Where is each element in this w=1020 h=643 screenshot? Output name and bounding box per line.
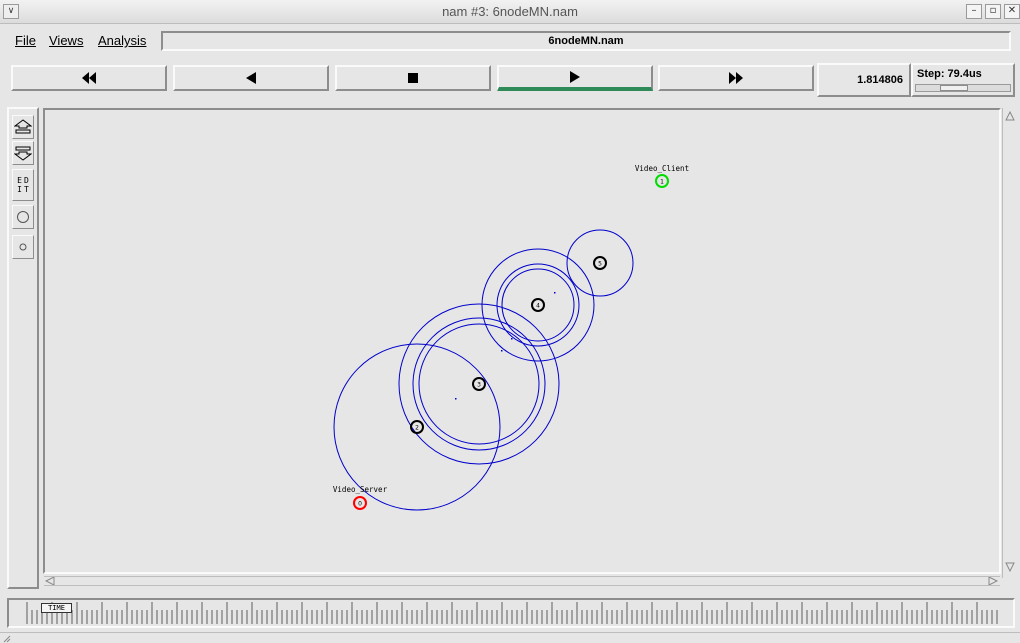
node-label: Video_Server [333, 485, 388, 494]
fast-rewind-button[interactable] [11, 65, 167, 91]
step-control: Step: 79.4us [911, 63, 1015, 97]
menu-file-label: File [15, 33, 36, 48]
play-backward-button[interactable] [173, 65, 329, 91]
timeline-slider[interactable]: TIME [7, 598, 1015, 628]
zoom-in-button[interactable] [12, 115, 34, 139]
fast-forward-icon [729, 72, 743, 84]
scroll-right-icon[interactable] [988, 577, 998, 585]
current-time-display: 1.814806 [817, 63, 911, 97]
fast-forward-button[interactable] [658, 65, 814, 91]
menu-bar: File Views Analysis 6nodeMN.nam [5, 29, 1015, 55]
step-label: Step: 79.4us [917, 68, 982, 80]
node-4[interactable]: 4 [531, 298, 545, 312]
play-backward-icon [246, 72, 256, 84]
network-canvas[interactable]: 0 Video_Server 1 Video_Client 2 3 4 5 [43, 108, 1001, 574]
playback-controls: 1.814806 Step: 79.4us [5, 61, 1015, 101]
step-slider[interactable] [915, 84, 1011, 92]
stop-button[interactable] [335, 65, 491, 91]
node-0[interactable]: 0 Video_Server [333, 485, 388, 510]
node-3[interactable]: 3 [472, 377, 486, 391]
network-drawing: 0 Video_Server 1 Video_Client 2 3 4 5 [333, 164, 689, 511]
zoom-out-icon [14, 146, 32, 161]
circle-tool-button[interactable] [12, 205, 34, 229]
small-circle-tool-button[interactable] [12, 235, 34, 259]
timeline-ticks [26, 602, 998, 624]
fast-rewind-icon [82, 72, 96, 84]
play-button[interactable] [497, 65, 653, 91]
edit-icon: ED IT [17, 176, 31, 194]
node-id: 1 [660, 179, 664, 186]
minimize-icon[interactable]: – [966, 4, 982, 19]
edit-button[interactable]: ED IT [12, 169, 34, 201]
node-id: 3 [477, 382, 481, 389]
menu-analysis[interactable]: Analysis [98, 33, 146, 48]
status-strip [0, 632, 1020, 643]
vertical-scrollbar[interactable] [1002, 108, 1016, 578]
tool-panel: ED IT [7, 107, 39, 589]
horizontal-scrollbar[interactable] [44, 576, 1000, 586]
packet-dot [455, 398, 457, 400]
maximize-icon[interactable]: ▫ [985, 4, 1001, 19]
node-label: Video_Client [635, 164, 689, 173]
node-id: 5 [598, 261, 602, 268]
step-slider-thumb[interactable] [940, 85, 968, 91]
node-id: 0 [358, 501, 362, 508]
menu-analysis-label: Analysis [98, 33, 147, 48]
node-5[interactable]: 5 [593, 256, 607, 270]
play-icon [570, 71, 580, 83]
zoom-out-button[interactable] [12, 141, 34, 165]
zoom-in-icon [14, 119, 32, 134]
close-icon[interactable]: ✕ [1004, 4, 1020, 19]
window-title: nam #3: 6nodeMN.nam [442, 4, 578, 19]
stop-icon [408, 73, 418, 83]
menu-file[interactable]: File [15, 33, 36, 48]
packet-dot [501, 350, 503, 352]
resize-grip-icon[interactable] [3, 635, 13, 643]
node-1[interactable]: 1 Video_Client [635, 164, 689, 188]
circle-icon [17, 211, 29, 223]
small-circle-icon [19, 243, 27, 251]
filename-display: 6nodeMN.nam [161, 31, 1011, 51]
range-rings [333, 229, 634, 511]
node-id: 2 [415, 425, 419, 432]
menu-views-label: Views [49, 33, 84, 48]
node-id: 4 [536, 303, 540, 310]
node-2[interactable]: 2 [410, 420, 424, 434]
scroll-left-icon[interactable] [45, 577, 55, 585]
scroll-up-icon[interactable] [1005, 111, 1015, 121]
time-marker[interactable]: TIME [41, 603, 72, 613]
packet-dot [554, 292, 556, 294]
scroll-down-icon[interactable] [1005, 562, 1015, 572]
title-bar: ∨ nam #3: 6nodeMN.nam – ▫ ✕ [0, 0, 1020, 24]
menu-views[interactable]: Views [49, 33, 83, 48]
packet-dot [511, 338, 513, 340]
